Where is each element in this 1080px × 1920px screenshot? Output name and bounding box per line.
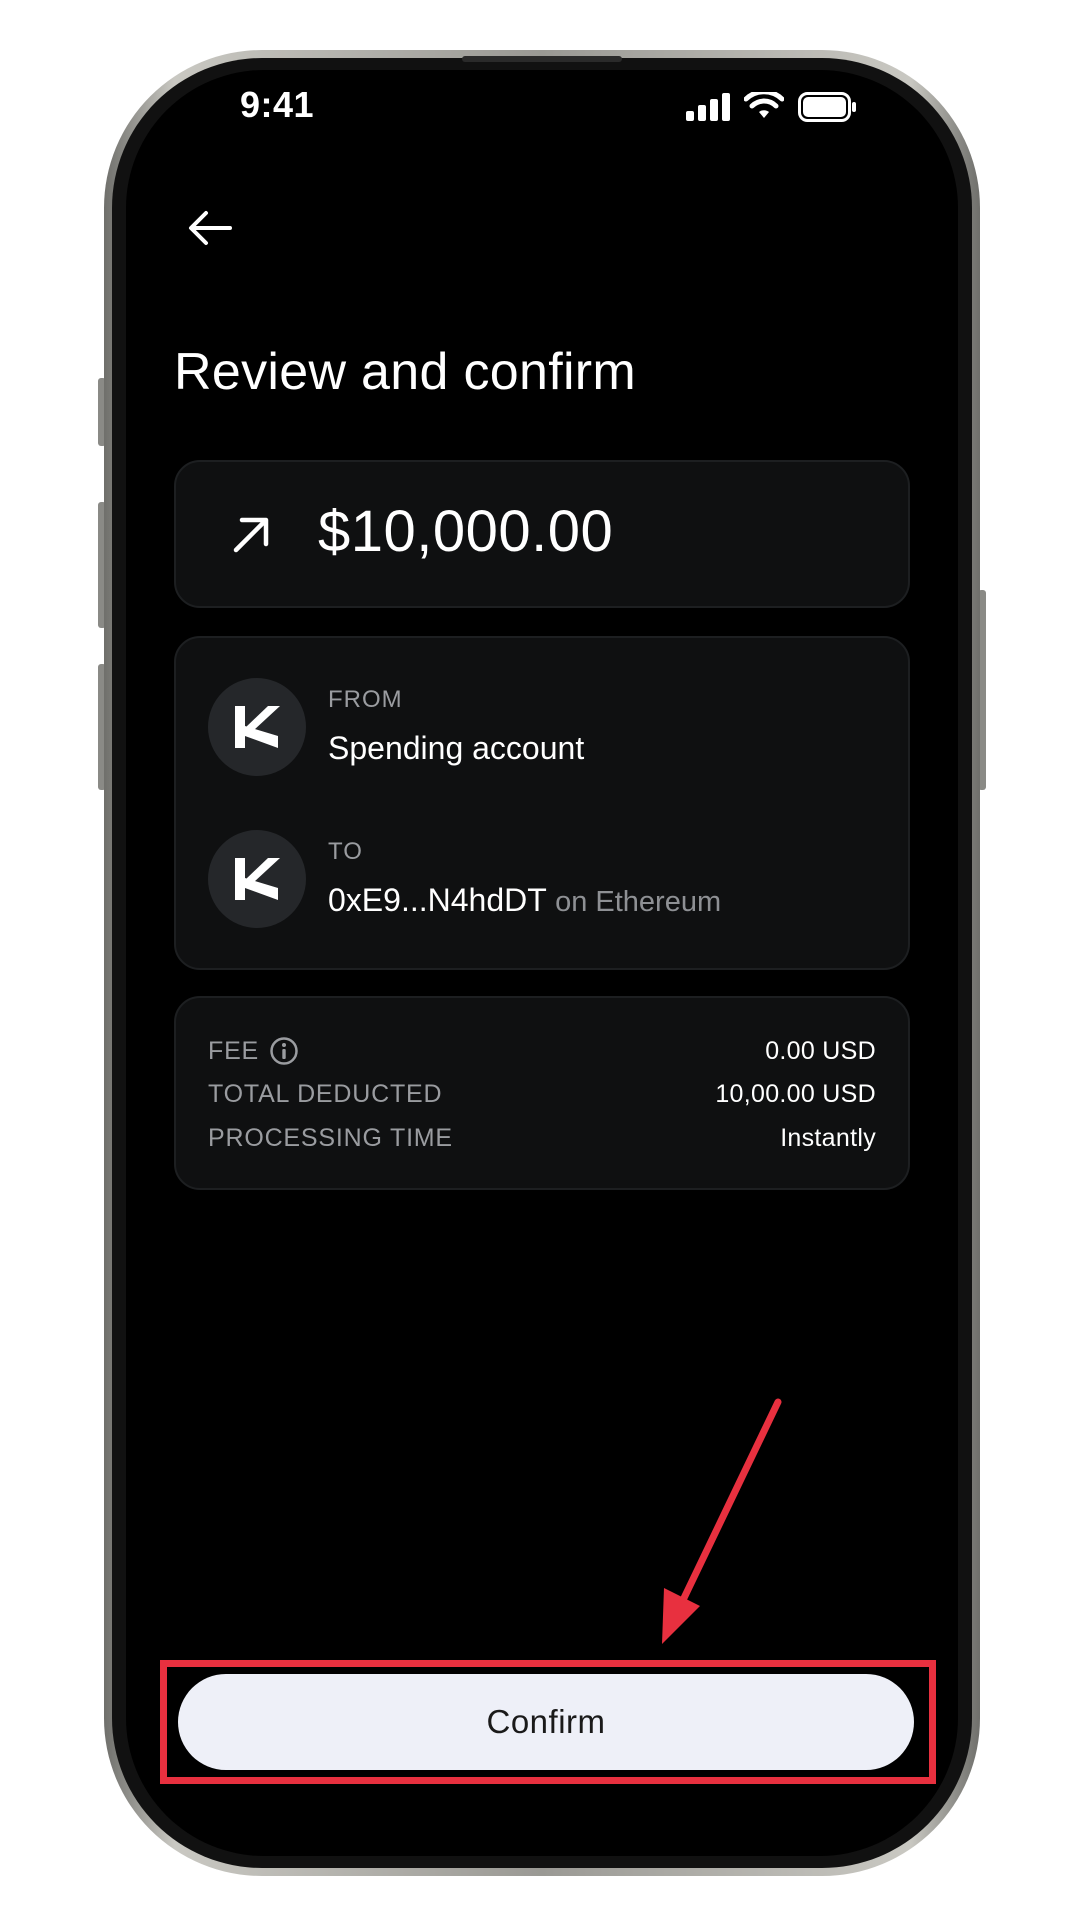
stage: 9:41 Review and confirm $10,000.00 FROM …: [0, 0, 1080, 1920]
annotation-arrow-icon: [662, 1398, 782, 1644]
